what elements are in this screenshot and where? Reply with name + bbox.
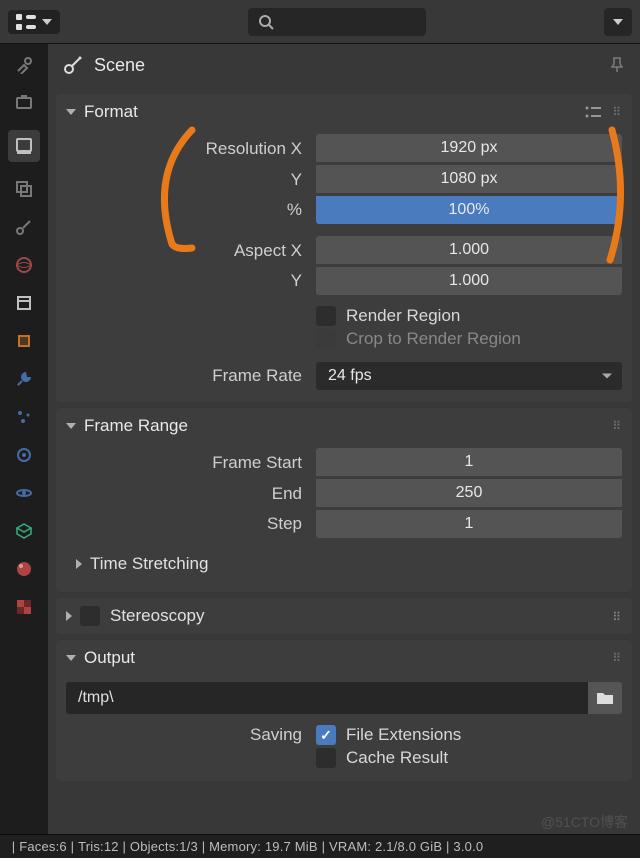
label-cache-result: Cache Result <box>346 748 448 768</box>
field-frame-step[interactable]: 1 <box>316 510 622 538</box>
tab-modifiers[interactable] <box>13 368 35 390</box>
panel-format: Format ⠿ Resolution X1920 px Y1080 px %1… <box>56 94 632 402</box>
label-resolution-x: Resolution X <box>66 139 316 159</box>
tab-material[interactable] <box>13 558 35 580</box>
chevron-down-icon <box>613 19 623 25</box>
panel-stereoscopy-header[interactable]: Stereoscopy ⠿ <box>56 598 632 634</box>
panel-frame-range: Frame Range ⠿ Frame Start1 End250 Step1 … <box>56 408 632 592</box>
label-aspect-x: Aspect X <box>66 241 316 261</box>
checkbox-crop-region[interactable] <box>316 329 336 349</box>
chevron-down-icon <box>66 423 76 429</box>
field-aspect-y[interactable]: 1.000 <box>316 267 622 295</box>
label-frame-end: End <box>66 484 316 504</box>
properties-tabs <box>0 44 48 834</box>
status-bar: | Faces:6 | Tris:12 | Objects:1/3 | Memo… <box>0 834 640 858</box>
drag-handle-icon[interactable]: ⠿ <box>612 610 622 624</box>
field-resolution-y[interactable]: 1080 px <box>316 165 622 193</box>
status-objects: Objects:1/3 <box>130 839 198 854</box>
panel-format-header[interactable]: Format ⠿ <box>56 94 632 130</box>
field-aspect-x[interactable]: 1.000 <box>316 236 622 264</box>
chevron-right-icon <box>66 611 72 621</box>
checkbox-file-extensions[interactable]: ✓ <box>316 725 336 745</box>
label-resolution-pct: % <box>66 200 316 220</box>
field-frame-start[interactable]: 1 <box>316 448 622 476</box>
scene-name[interactable]: Scene <box>94 55 145 76</box>
panel-output-header[interactable]: Output ⠿ <box>56 640 632 676</box>
chevron-down-icon <box>66 109 76 115</box>
label-file-extensions: File Extensions <box>346 725 461 745</box>
search-icon <box>258 14 274 30</box>
label-frame-step: Step <box>66 514 316 534</box>
chevron-down-icon <box>42 19 52 25</box>
field-resolution-pct[interactable]: 100% <box>316 196 622 224</box>
tab-render[interactable] <box>13 92 35 114</box>
checkbox-cache-result[interactable] <box>316 748 336 768</box>
field-resolution-x[interactable]: 1920 px <box>316 134 622 162</box>
field-output-path[interactable]: /tmp\ <box>66 682 588 714</box>
label-aspect-y: Y <box>66 271 316 291</box>
tab-constraints[interactable] <box>13 482 35 504</box>
editor-type-dropdown[interactable] <box>8 10 60 34</box>
options-dropdown[interactable] <box>604 8 632 36</box>
pin-icon[interactable] <box>608 56 626 74</box>
label-resolution-y: Y <box>66 170 316 190</box>
tab-texture[interactable] <box>13 596 35 618</box>
status-memory: Memory: 19.7 MiB <box>209 839 318 854</box>
browse-folder-button[interactable] <box>588 682 622 714</box>
drag-handle-icon[interactable]: ⠿ <box>612 105 622 119</box>
checkbox-stereoscopy[interactable] <box>80 606 100 626</box>
folder-icon <box>596 691 614 705</box>
label-render-region: Render Region <box>346 306 460 326</box>
tab-world[interactable] <box>13 254 35 276</box>
panel-title: Format <box>84 102 138 122</box>
chevron-down-icon <box>66 655 76 661</box>
chevron-right-icon <box>76 559 82 569</box>
panel-frame-range-header[interactable]: Frame Range ⠿ <box>56 408 632 444</box>
label-frame-start: Frame Start <box>66 453 316 473</box>
tab-data[interactable] <box>13 520 35 542</box>
tab-physics[interactable] <box>13 444 35 466</box>
panel-title: Stereoscopy <box>110 606 205 626</box>
status-faces: Faces:6 <box>19 839 67 854</box>
tab-view-layer[interactable] <box>13 178 35 200</box>
properties-main: Scene Format ⠿ Resolution X1920 px Y1080… <box>48 44 640 834</box>
datablock-header: Scene <box>48 44 640 90</box>
presets-icon[interactable] <box>584 105 602 119</box>
status-vram: VRAM: 2.1/8.0 GiB <box>329 839 442 854</box>
body: Scene Format ⠿ Resolution X1920 px Y1080… <box>0 44 640 834</box>
tab-particles[interactable] <box>13 406 35 428</box>
dropdown-frame-rate[interactable]: 24 fps <box>316 362 622 390</box>
field-frame-end[interactable]: 250 <box>316 479 622 507</box>
status-tris: Tris:12 <box>78 839 119 854</box>
search-input[interactable] <box>248 8 426 36</box>
drag-handle-icon[interactable]: ⠿ <box>612 651 622 665</box>
tab-object[interactable] <box>13 330 35 352</box>
top-bar <box>0 0 640 44</box>
tab-output[interactable] <box>8 130 40 162</box>
status-version: 3.0.0 <box>453 839 483 854</box>
tab-collection[interactable] <box>13 292 35 314</box>
tab-tool[interactable] <box>13 54 35 76</box>
watermark: @51CTO博客 <box>541 812 628 832</box>
tab-scene[interactable] <box>13 216 35 238</box>
panel-stereoscopy: Stereoscopy ⠿ <box>56 598 632 634</box>
label-crop-region: Crop to Render Region <box>346 329 521 349</box>
subpanel-title: Time Stretching <box>90 554 208 574</box>
subpanel-time-stretching[interactable]: Time Stretching <box>66 546 622 582</box>
panel-title: Output <box>84 648 135 668</box>
panel-output: Output ⠿ /tmp\ Saving✓ File Extensions Ca… <box>56 640 632 781</box>
label-frame-rate: Frame Rate <box>66 366 316 386</box>
drag-handle-icon[interactable]: ⠿ <box>612 419 622 433</box>
properties-editor-icon <box>16 14 38 30</box>
panel-title: Frame Range <box>84 416 188 436</box>
scene-icon <box>62 54 84 76</box>
checkbox-render-region[interactable] <box>316 306 336 326</box>
label-saving: Saving <box>66 725 316 745</box>
